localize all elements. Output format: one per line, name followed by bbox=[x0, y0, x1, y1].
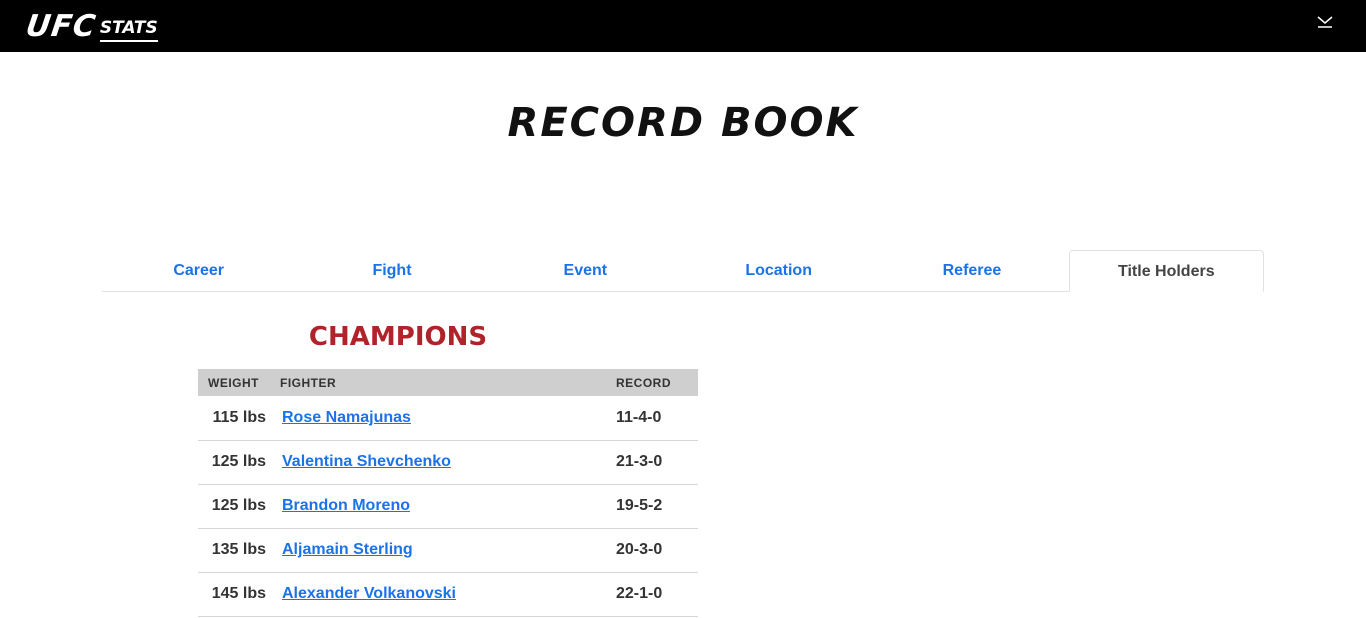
champions-heading: CHAMPIONS bbox=[308, 322, 488, 352]
column-header-record: RECORD bbox=[616, 375, 672, 390]
weight-cell: 145 lbs bbox=[211, 585, 266, 602]
fighter-cell: Aljamain Sterling bbox=[274, 528, 616, 572]
fighter-link[interactable]: Aljamain Sterling bbox=[282, 541, 413, 558]
top-navbar: UFC STATS bbox=[0, 0, 1366, 52]
fighter-cell: Rose Namajunas bbox=[274, 396, 616, 440]
fighter-link[interactable]: Alexander Volkanovski bbox=[282, 585, 456, 602]
weight-cell: 135 lbs bbox=[211, 541, 266, 558]
fighter-cell: Brandon Moreno bbox=[274, 484, 616, 528]
record-cell: 20-3-0 bbox=[616, 541, 663, 558]
weight-cell: 125 lbs bbox=[211, 497, 266, 514]
table-row: 135 lbs Aljamain Sterling 20-3-0 bbox=[198, 528, 698, 572]
table-row: 125 lbs Brandon Moreno 19-5-2 bbox=[198, 484, 698, 528]
page-title: RECORD BOOK bbox=[507, 100, 859, 146]
tab-fight[interactable]: Fight bbox=[295, 250, 488, 291]
table-header-row: WEIGHT FIGHTER RECORD bbox=[198, 369, 698, 396]
fighter-link[interactable]: Valentina Shevchenko bbox=[282, 453, 451, 470]
tab-career[interactable]: Career bbox=[102, 250, 295, 291]
table-row: 115 lbs Rose Namajunas 11-4-0 bbox=[198, 396, 698, 440]
tab-referee[interactable]: Referee bbox=[875, 250, 1068, 291]
record-book-tabs: Career Fight Event Location Referee Titl… bbox=[102, 250, 1264, 292]
record-cell: 22-1-0 bbox=[616, 585, 663, 602]
weight-cell: 125 lbs bbox=[211, 453, 266, 470]
record-cell: 11-4-0 bbox=[616, 408, 662, 426]
tab-title-holders[interactable]: Title Holders bbox=[1068, 250, 1264, 292]
ufc-stats-logo[interactable]: UFC STATS bbox=[23, 9, 158, 44]
record-cell: 21-3-0 bbox=[616, 453, 663, 470]
fighter-cell: Valentina Shevchenko bbox=[274, 440, 616, 484]
fighter-link[interactable]: Rose Namajunas bbox=[282, 409, 411, 426]
fighter-link[interactable]: Brandon Moreno bbox=[282, 497, 410, 514]
record-cell: 19-5-2 bbox=[616, 497, 663, 514]
tab-location[interactable]: Location bbox=[682, 250, 875, 291]
table-row: 145 lbs Alexander Volkanovski 22-1-0 bbox=[198, 572, 698, 616]
chevron-down-icon[interactable] bbox=[1316, 14, 1334, 30]
logo-ufc-text: UFC bbox=[23, 9, 99, 44]
logo-stats-text: STATS bbox=[99, 19, 158, 42]
column-header-fighter: FIGHTER bbox=[280, 375, 337, 390]
tab-event[interactable]: Event bbox=[489, 250, 682, 291]
weight-cell: 115 lbs bbox=[212, 408, 266, 426]
champions-table: WEIGHT FIGHTER RECORD 115 lbs Rose Namaj… bbox=[198, 369, 698, 617]
column-header-weight: WEIGHT bbox=[208, 375, 259, 390]
fighter-cell: Alexander Volkanovski bbox=[274, 572, 616, 616]
table-row: 125 lbs Valentina Shevchenko 21-3-0 bbox=[198, 440, 698, 484]
